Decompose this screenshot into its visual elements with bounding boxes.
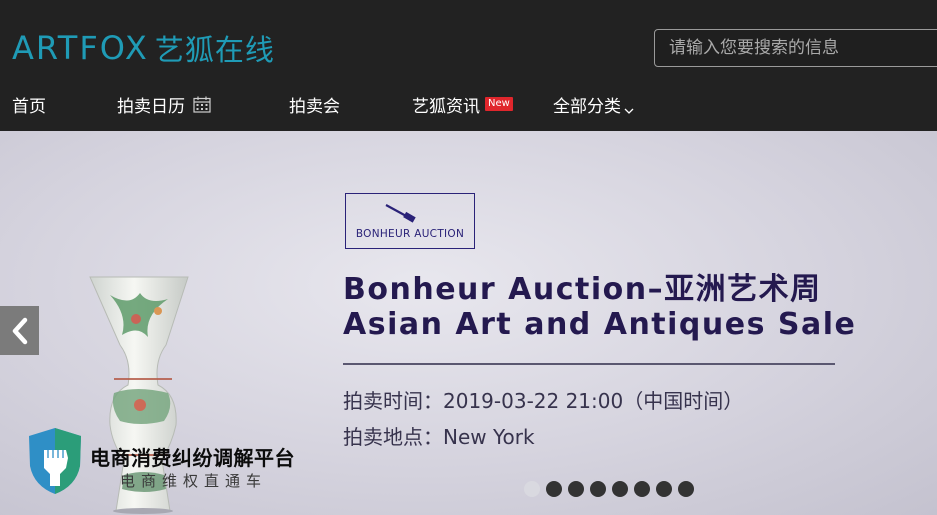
banner-divider	[343, 363, 835, 365]
carousel-dot-8[interactable]	[678, 481, 694, 497]
logo-text-cn: 艺狐在线	[154, 33, 275, 67]
nav-item-all-categories[interactable]: 全部分类	[553, 88, 634, 120]
chevron-down-icon	[624, 100, 634, 114]
watermark-title: 电商消费纠纷调解平台	[90, 446, 295, 470]
main-nav: 首页 拍卖日历 拍卖会 艺狐资讯 New 全部分类	[0, 88, 937, 120]
banner-title-line2: Asian Art and Antiques Sale	[343, 307, 857, 342]
shield-fist-icon	[29, 428, 81, 494]
nav-item-label: 拍卖会	[289, 96, 340, 117]
carousel-dot-3[interactable]	[568, 481, 584, 497]
nav-item-home[interactable]: 首页	[12, 88, 46, 120]
logo-text-en: ARTFOX	[12, 29, 149, 67]
auction-logo-text: BONHEUR AUCTION	[355, 228, 465, 240]
search-box	[654, 29, 937, 67]
auction-location: 拍卖地点：New York	[343, 425, 535, 449]
carousel-dot-6[interactable]	[634, 481, 650, 497]
calendar-icon	[193, 96, 211, 113]
gavel-icon	[385, 204, 416, 223]
site-logo[interactable]: ARTFOX 艺狐在线	[12, 28, 275, 68]
watermark-subtitle: 电商维权直通车	[120, 472, 268, 490]
carousel-dot-2[interactable]	[546, 481, 562, 497]
carousel-prev-button[interactable]	[0, 306, 39, 355]
auction-time: 拍卖时间：2019-03-22 21:00（中国时间）	[343, 389, 744, 413]
carousel-dots	[524, 481, 694, 497]
new-badge: New	[485, 97, 513, 111]
nav-item-label: 全部分类	[553, 96, 621, 117]
banner-title-line1: Bonheur Auction–亚洲艺术周	[343, 272, 822, 307]
nav-item-news[interactable]: 艺狐资讯 New	[412, 88, 513, 120]
nav-item-auctions[interactable]: 拍卖会	[289, 88, 340, 120]
nav-item-auction-calendar[interactable]: 拍卖日历	[117, 88, 211, 120]
carousel-dot-5[interactable]	[612, 481, 628, 497]
nav-item-label: 拍卖日历	[117, 96, 185, 117]
nav-item-label: 首页	[12, 96, 46, 117]
chevron-left-icon	[12, 317, 27, 344]
carousel-dot-1[interactable]	[524, 481, 540, 497]
search-input[interactable]	[655, 30, 937, 66]
nav-item-label: 艺狐资讯	[412, 96, 480, 117]
bonheur-auction-logo: BONHEUR AUCTION	[345, 193, 475, 249]
site-header: ARTFOX 艺狐在线 首页 拍卖日历	[0, 0, 937, 131]
carousel-dot-4[interactable]	[590, 481, 606, 497]
carousel-dot-7[interactable]	[656, 481, 672, 497]
watermark-overlay: 电商消费纠纷调解平台 电商维权直通车	[26, 426, 326, 498]
